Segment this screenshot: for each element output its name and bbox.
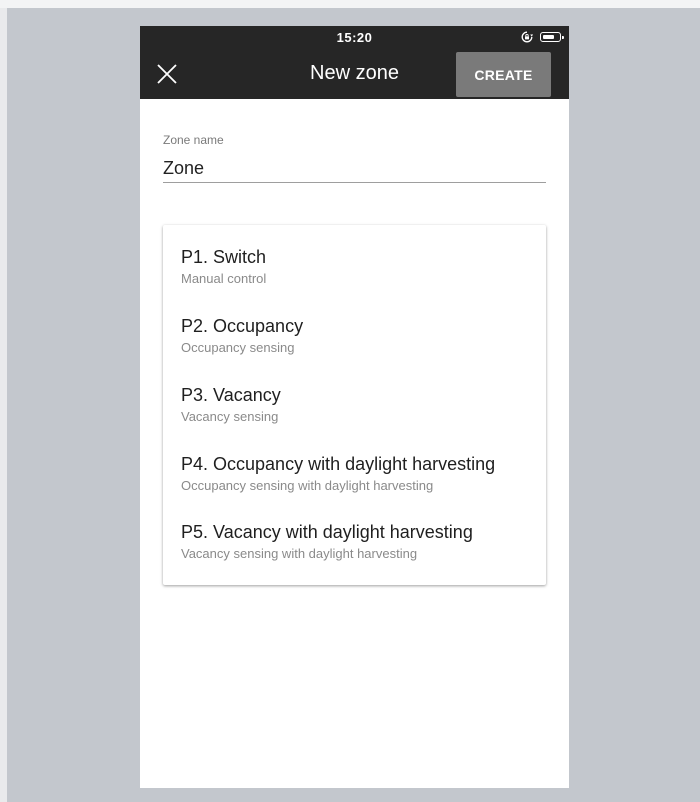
program-subtitle: Occupancy sensing with daylight harvesti… — [181, 478, 434, 493]
program-option-p2[interactable]: P2. Occupancy Occupancy sensing — [181, 316, 531, 355]
program-title: P4. Occupancy with daylight harvesting — [181, 454, 496, 474]
program-option-p3[interactable]: P3. Vacancy Vacancy sensing — [181, 385, 531, 424]
program-subtitle: Vacancy sensing with daylight harvesting — [181, 546, 418, 561]
program-option-p1[interactable]: P1. Switch Manual control — [181, 247, 531, 286]
zone-name-label: Zone name — [163, 133, 224, 147]
window-left-edge — [0, 8, 7, 802]
program-list: P1. Switch Manual control P2. Occupancy … — [163, 225, 546, 585]
window-top-edge — [0, 0, 700, 8]
program-subtitle: Manual control — [181, 271, 267, 286]
orientation-lock-icon — [521, 31, 533, 43]
program-option-p4[interactable]: P4. Occupancy with daylight harvesting O… — [181, 454, 531, 493]
app-bar: 15:20 New zone CREATE — [140, 26, 569, 99]
program-title: P3. Vacancy — [181, 385, 281, 405]
create-button[interactable]: CREATE — [456, 52, 551, 97]
status-icons — [521, 31, 564, 43]
program-title: P1. Switch — [181, 247, 267, 267]
program-subtitle: Occupancy sensing — [181, 340, 295, 355]
program-title: P2. Occupancy — [181, 316, 304, 336]
program-subtitle: Vacancy sensing — [181, 409, 279, 424]
program-option-p5[interactable]: P5. Vacancy with daylight harvesting Vac… — [181, 522, 531, 561]
zone-name-input[interactable] — [163, 154, 546, 183]
status-time: 15:20 — [336, 30, 373, 45]
phone-screen: 15:20 New zone CREATE Zone name P1. Swit… — [140, 26, 569, 788]
battery-icon — [540, 32, 564, 42]
program-title: P5. Vacancy with daylight harvesting — [181, 522, 473, 542]
